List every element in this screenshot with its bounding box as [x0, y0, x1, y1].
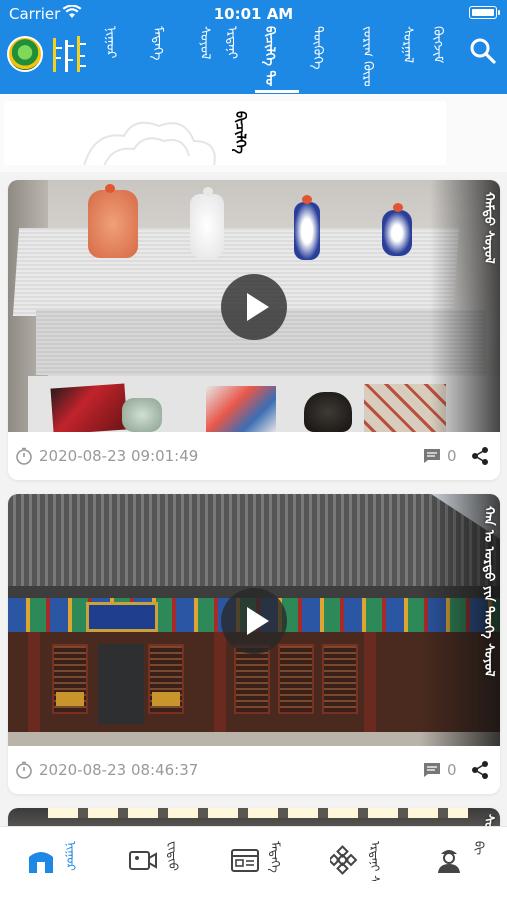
video-meta: 2020-08-23 08:46:37 0 [8, 746, 500, 794]
play-button[interactable] [221, 274, 287, 340]
tabbar-label: ᠡᠷᠳᠡᠨᠢ ᠰᠠᠩ [368, 841, 381, 881]
active-tab-indicator [255, 90, 299, 93]
tabbar-item-video[interactable]: ᠸᠢᠳᠢᠤ [128, 827, 188, 897]
status-bar: Carrier 10:01 AM [0, 0, 507, 26]
banner-card: ᠪᠢᠴᠢᠯᠭᠡ ᠳᠦᠷᠰᠦ [4, 101, 446, 165]
bottom-tab-bar: ᠨᠢᠭᠤᠷ ᠸᠢᠳᠢᠤ ᠮᠡᠳᠡᠭᠡ ᠡᠷᠳᠡᠨᠢ ᠰᠠᠩ ᠪᠢ [0, 826, 507, 900]
profile-icon [438, 850, 460, 873]
section-banner: ᠪᠢᠴᠢᠯᠭᠡ ᠳᠦᠷᠰᠦ [0, 94, 507, 172]
comment-count: 0 [447, 761, 457, 779]
tabbar-item-home[interactable]: ᠨᠢᠭᠤᠷ [26, 827, 86, 897]
tabbar-label: ᠮᠡᠳᠡᠭᠡ [268, 841, 281, 873]
video-meta: 2020-08-23 09:01:49 0 [8, 432, 500, 480]
tabbar-label: ᠪᠢ [472, 841, 485, 856]
video-title: ᠬᠠᠨ ᠤ ᠣᠷᠳᠣ ᠶᠢᠨ ᠲᠡᠦᠬᠡ ᠰᠣᠶᠣᠯ [481, 506, 496, 677]
banner-title: ᠪᠢᠴᠢᠯᠭᠡ ᠳᠦᠷᠰᠦ [232, 111, 247, 159]
video-thumbnail[interactable]: ᠬᠠᠨ ᠤ ᠣᠷᠳᠣ ᠶᠢᠨ ᠲᠡᠦᠬᠡ ᠰᠣᠶᠣᠯ [8, 494, 500, 746]
search-icon[interactable] [469, 37, 497, 65]
video-card[interactable]: ᠬᠠᠨ ᠤ ᠣᠷᠳᠣ ᠶᠢᠨ ᠲᠡᠦᠬᠡ ᠰᠣᠶᠣᠯ 2020-08-23 08… [8, 494, 500, 794]
video-title: ᠬᠠᠮᠲᠤ ᠰᠣᠶᠣᠯ [481, 192, 496, 264]
publish-date: 2020-08-23 09:01:49 [39, 447, 199, 465]
comment-count: 0 [447, 447, 457, 465]
home-icon [29, 852, 53, 873]
publish-date: 2020-08-23 08:46:37 [39, 761, 199, 779]
battery-icon [469, 6, 500, 19]
video-card[interactable]: ᠬᠠᠮᠲᠤ ᠰᠣᠶᠣᠯ 2020-08-23 09:01:49 0 [8, 180, 500, 480]
play-button[interactable] [221, 588, 287, 654]
clock-time: 10:01 AM [213, 5, 294, 23]
share-icon[interactable] [470, 760, 490, 780]
top-nav: ᠨᠢᠭᠤᠷ ᠮᠡᠳᠡᠭᠡ ᠰᠣᠶᠣᠯ ᠡᠷᠳᠡᠨᠢ ᠪᠢᠴᠢᠯᠭᠡ ᠳᠦᠷᠰᠦ … [0, 26, 507, 94]
timer-icon [16, 761, 32, 779]
video-thumbnail[interactable]: ᠬᠠᠮᠲᠤ ᠰᠣᠶᠣᠯ [8, 180, 500, 432]
comment-icon[interactable] [423, 448, 441, 464]
app-logo[interactable] [7, 36, 43, 72]
timer-icon [16, 447, 32, 465]
tabbar-label: ᠨᠢᠭᠤᠷ [64, 841, 77, 871]
tabbar-item-heritage[interactable]: ᠡᠷᠳᠡᠨᠢ ᠰᠠᠩ [330, 827, 392, 897]
news-card-icon [231, 849, 259, 872]
knot-icon [330, 845, 358, 875]
cloud-pattern-decoration [83, 121, 216, 165]
video-icon [129, 851, 157, 870]
tabbar-label: ᠸᠢᠳᠢᠤ [166, 841, 179, 871]
header: Carrier 10:01 AM ᠨᠢᠭᠤᠷ ᠮᠡᠳᠡᠭᠡ ᠰᠣᠶᠣᠯ ᠡᠷᠳᠡ… [0, 0, 507, 94]
tabbar-item-news[interactable]: ᠮᠡᠳᠡᠭᠡ [230, 827, 290, 897]
comment-icon[interactable] [423, 762, 441, 778]
app-root: Carrier 10:01 AM ᠨᠢᠭᠤᠷ ᠮᠡᠳᠡᠭᠡ ᠰᠣᠶᠣᠯ ᠡᠷᠳᠡ… [0, 0, 507, 900]
share-icon[interactable] [470, 446, 490, 466]
tabbar-item-profile[interactable]: ᠪᠢ [434, 827, 494, 897]
logo-wordmark [53, 36, 86, 72]
